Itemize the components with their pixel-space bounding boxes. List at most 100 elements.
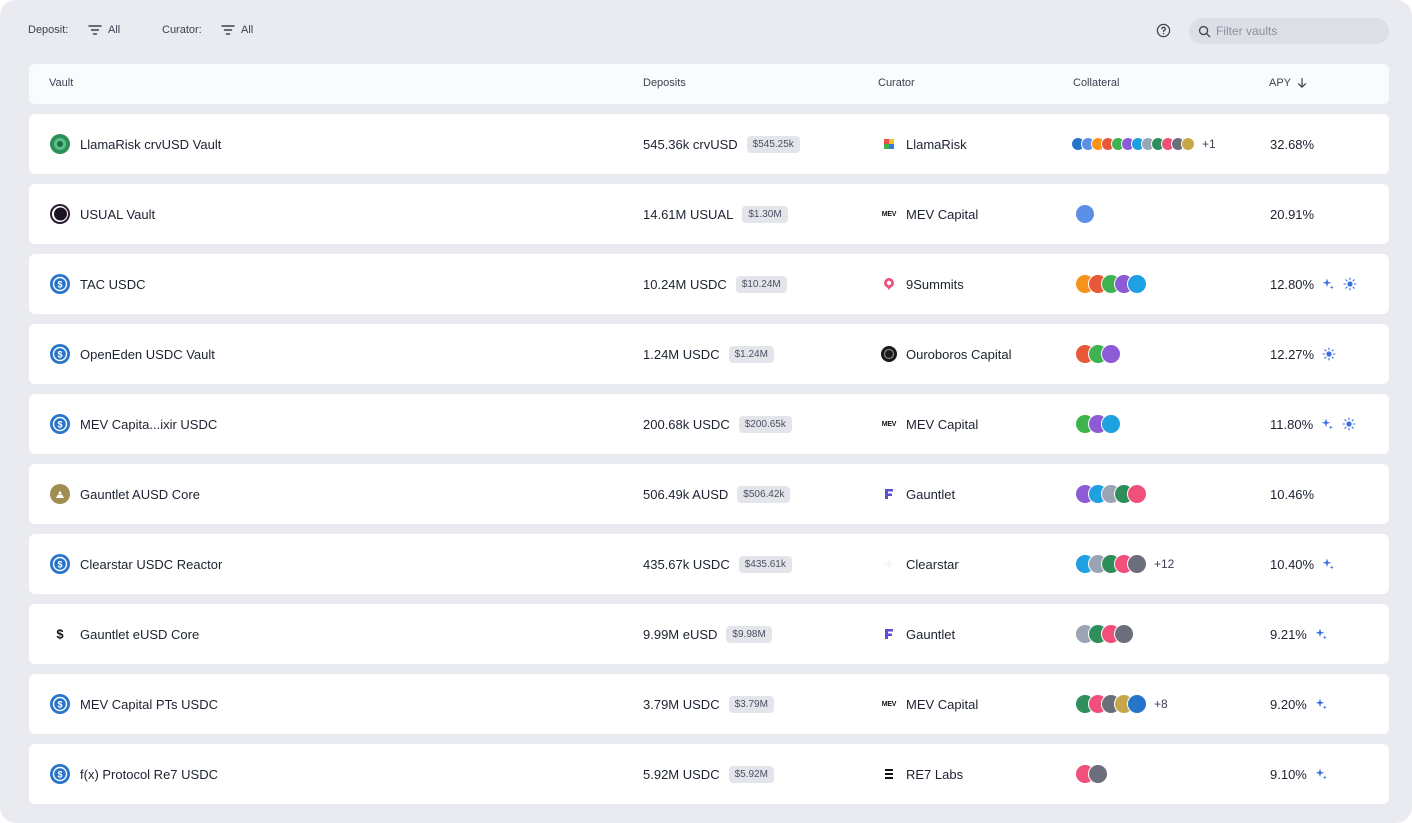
deposit-cell: 3.79M USDC $3.79M [643,674,774,734]
deposit-amount: 435.67k USDC [643,556,730,572]
apy-cell: 9.20% [1270,674,1328,734]
apy-value: 20.91% [1270,206,1315,222]
sparkle-icon[interactable] [1314,627,1328,641]
vault-cell: LlamaRisk crvUSD Vault [50,114,221,174]
deposit-usd-badge: $435.61k [738,555,792,573]
header-collateral[interactable]: Collateral [1073,77,1119,89]
vault-cell: $ f(x) Protocol Re7 USDC [50,744,218,804]
crvusd-icon [50,134,70,154]
deposit-usd-badge: $200.65k [738,415,792,433]
collateral-icon-stack[interactable] [1075,764,1108,784]
deposit-amount: 200.68k USDC [643,416,730,432]
apy-cell: 20.91% [1270,184,1314,244]
table-header: Vault Deposits Curator Collateral APY [29,64,1389,104]
svg-text:$: $ [57,769,62,779]
usual-icon [50,204,70,224]
deposit-usd-badge: $506.42k [737,485,791,503]
sparkle-icon[interactable] [1320,417,1334,431]
header-vault[interactable]: Vault [49,77,73,89]
vault-name: MEV Capita...ixir USDC [80,416,218,432]
vault-cell: Gauntlet AUSD Core [50,464,200,524]
gauntlet-icon [881,626,897,642]
usdc-icon: $ [50,554,70,574]
collateral-icon-stack[interactable] [1075,274,1147,294]
ausd-icon [50,484,70,504]
collateral-icon-stack[interactable] [1075,694,1147,714]
btc-icon [1127,274,1147,294]
curator-filter-button[interactable]: All [221,20,253,40]
vault-row[interactable]: $ OpenEden USDC Vault 1.24M USDC $1.24M Ouro… [29,324,1389,384]
sun-icon[interactable] [1343,277,1357,291]
vault-cell: $ OpenEden USDC Vault [50,324,215,384]
deposit-amount: 9.99M eUSD [643,626,718,642]
deposit-amount: 10.24M USDC [643,276,727,292]
sparkle-icon[interactable] [1321,557,1335,571]
collateral-cell [1075,744,1108,804]
arrow-down-icon [1297,77,1307,88]
vault-row[interactable]: $ Clearstar USDC Reactor 435.67k USDC $435.… [29,534,1389,594]
curator-filter-value: All [241,24,254,36]
collateral-icon-stack[interactable] [1075,624,1134,644]
collateral-icon-stack[interactable] [1075,554,1147,574]
vault-name: Clearstar USDC Reactor [80,556,223,572]
collateral-icon-stack[interactable] [1071,137,1195,151]
svg-text:$: $ [57,419,62,429]
vault-cell: $ TAC USDC [50,254,145,314]
collateral-icon-stack[interactable] [1075,344,1121,364]
apy-cell: 32.68% [1270,114,1314,174]
apy-cell: 10.40% [1270,534,1335,594]
search-input[interactable] [1216,24,1386,38]
app-frame: Deposit: All Curator: All Vault Deposits… [0,0,1412,823]
vault-name: TAC USDC [80,276,146,292]
deposit-usd-badge: $5.92M [728,765,774,783]
vault-cell: $ MEV Capital PTs USDC [50,674,218,734]
deposit-amount: 506.49k AUSD [643,486,729,502]
vault-name: LlamaRisk crvUSD Vault [80,136,222,152]
eth-icon [1114,624,1134,644]
collateral-cell [1075,324,1121,384]
deposit-filter-button[interactable]: All [88,20,120,40]
vault-row[interactable]: LlamaRisk crvUSD Vault 545.36k crvUSD $545… [29,114,1389,174]
vault-row[interactable]: $ Gauntlet eUSD Core 9.99M eUSD $9.98M Gaunt… [29,604,1389,664]
apy-value: 9.20% [1270,696,1307,712]
deposit-cell: 5.92M USDC $5.92M [643,744,774,804]
collateral-icon-stack[interactable] [1075,484,1147,504]
search-box[interactable] [1189,18,1389,44]
curator-name: MEV Capital [906,206,979,222]
vault-cell: USUAL Vault [50,184,155,244]
vault-row[interactable]: $ MEV Capita...ixir USDC 200.68k USDC $200.… [29,394,1389,454]
vault-row[interactable]: $ f(x) Protocol Re7 USDC 5.92M USDC $5.92M R… [29,744,1389,804]
collateral-cell: +8 [1075,674,1168,734]
apy-value: 32.68% [1270,136,1315,152]
vault-cell: $ Clearstar USDC Reactor [50,534,222,594]
sparkle-icon[interactable] [1314,767,1328,781]
vault-row[interactable]: USUAL Vault 14.61M USUAL $1.30M MEV MEV Capi… [29,184,1389,244]
deposit-cell: 506.49k AUSD $506.42k [643,464,791,524]
token-icon [1127,554,1147,574]
sparkle-icon[interactable] [1321,277,1335,291]
vault-name: USUAL Vault [80,206,156,222]
curator-name: Gauntlet [906,626,956,642]
vault-row[interactable]: Gauntlet AUSD Core 506.49k AUSD $506.42k Ga… [29,464,1389,524]
svg-text:$: $ [57,559,62,569]
vault-row[interactable]: $ TAC USDC 10.24M USDC $10.24M 9Summits 12.80… [29,254,1389,314]
sparkle-icon[interactable] [1314,697,1328,711]
deposit-filter-value: All [108,24,121,36]
collateral-icon-stack[interactable] [1075,204,1095,224]
header-curator[interactable]: Curator [878,77,915,89]
header-apy[interactable]: APY [1269,77,1308,89]
curator-name: MEV Capital [906,416,979,432]
vault-row[interactable]: $ MEV Capital PTs USDC 3.79M USDC $3.79M MEV… [29,674,1389,734]
token-icon [1181,137,1195,151]
deposit-usd-badge: $10.24M [735,275,787,293]
collateral-more-count: +1 [1202,137,1216,151]
gauntlet-icon [881,486,897,502]
sun-icon[interactable] [1342,417,1356,431]
header-deposits[interactable]: Deposits [643,77,686,89]
help-icon[interactable] [1156,23,1171,38]
sun-icon[interactable] [1322,347,1336,361]
curator-cell: LlamaRisk [881,114,967,174]
collateral-icon-stack[interactable] [1075,414,1121,434]
filter-icon [88,25,102,35]
filter-toolbar: Deposit: All Curator: All [0,0,1412,62]
